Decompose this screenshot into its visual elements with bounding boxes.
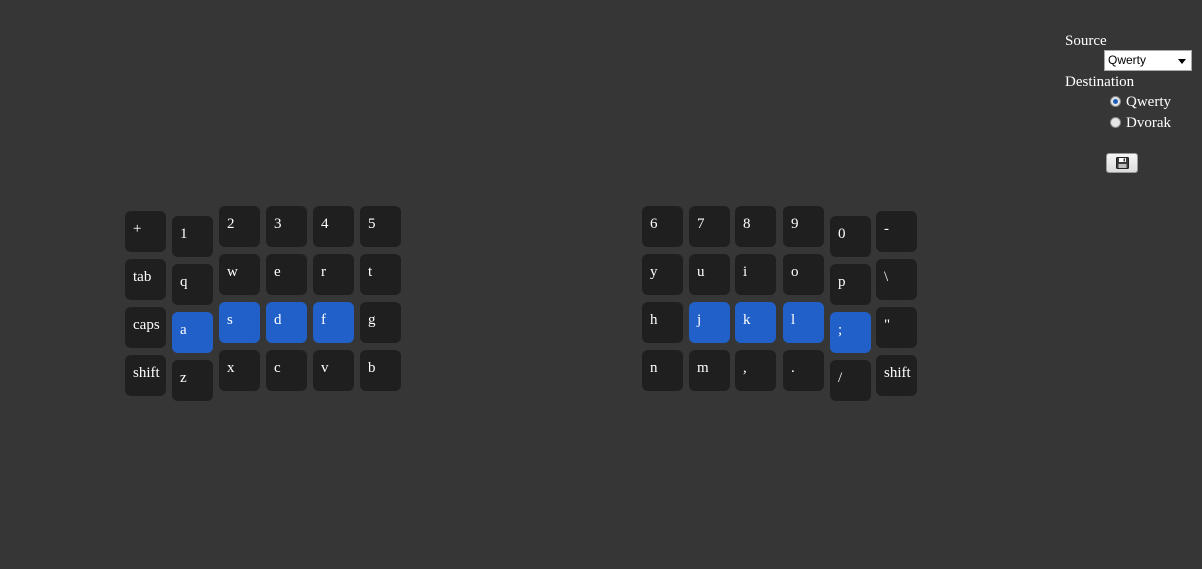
radio-label: Dvorak — [1126, 115, 1171, 131]
home-key[interactable]: l — [783, 302, 824, 343]
key[interactable]: i — [735, 254, 776, 295]
key[interactable]: caps — [125, 307, 166, 348]
source-label: Source — [1065, 33, 1107, 49]
key[interactable]: x — [219, 350, 260, 391]
key[interactable]: 9 — [783, 206, 824, 247]
key[interactable]: 7 — [689, 206, 730, 247]
layout-settings-panel: Source Qwerty Destination Qwerty Dvorak — [1064, 32, 1199, 177]
key[interactable]: 1 — [172, 216, 213, 257]
key[interactable]: z — [172, 360, 213, 401]
key[interactable]: " — [876, 307, 917, 348]
home-key[interactable]: ; — [830, 312, 871, 353]
key[interactable]: - — [876, 211, 917, 252]
key[interactable]: 3 — [266, 206, 307, 247]
key[interactable]: u — [689, 254, 730, 295]
destination-label: Destination — [1065, 74, 1135, 90]
key[interactable]: n — [642, 350, 683, 391]
key[interactable]: , — [735, 350, 776, 391]
save-button[interactable] — [1106, 153, 1138, 173]
key[interactable]: shift — [125, 355, 166, 396]
home-key[interactable]: k — [735, 302, 776, 343]
radio-button[interactable] — [1110, 117, 1121, 128]
key[interactable]: e — [266, 254, 307, 295]
chevron-down-icon — [1178, 59, 1186, 64]
key[interactable]: c — [266, 350, 307, 391]
source-select[interactable]: Qwerty — [1104, 50, 1192, 71]
key[interactable]: h — [642, 302, 683, 343]
home-key[interactable]: a — [172, 312, 213, 353]
key[interactable]: t — [360, 254, 401, 295]
key[interactable]: 2 — [219, 206, 260, 247]
key[interactable]: 5 — [360, 206, 401, 247]
home-key[interactable]: j — [689, 302, 730, 343]
key[interactable]: \ — [876, 259, 917, 300]
key[interactable]: w — [219, 254, 260, 295]
key[interactable]: tab — [125, 259, 166, 300]
key[interactable]: m — [689, 350, 730, 391]
home-key[interactable]: f — [313, 302, 354, 343]
radio-button-checked[interactable] — [1110, 96, 1121, 107]
key[interactable]: p — [830, 264, 871, 305]
key[interactable]: y — [642, 254, 683, 295]
home-key[interactable]: d — [266, 302, 307, 343]
key[interactable]: 6 — [642, 206, 683, 247]
key[interactable]: 0 — [830, 216, 871, 257]
home-key[interactable]: s — [219, 302, 260, 343]
floppy-disk-icon — [1116, 157, 1129, 169]
source-select-value: Qwerty — [1108, 53, 1147, 67]
key[interactable]: 4 — [313, 206, 354, 247]
key[interactable]: b — [360, 350, 401, 391]
key[interactable]: / — [830, 360, 871, 401]
key[interactable]: r — [313, 254, 354, 295]
key[interactable]: o — [783, 254, 824, 295]
key[interactable]: g — [360, 302, 401, 343]
key[interactable]: . — [783, 350, 824, 391]
key[interactable]: + — [125, 211, 166, 252]
key[interactable]: 8 — [735, 206, 776, 247]
radio-label: Qwerty — [1126, 94, 1171, 110]
key[interactable]: v — [313, 350, 354, 391]
key[interactable]: shift — [876, 355, 917, 396]
key[interactable]: q — [172, 264, 213, 305]
